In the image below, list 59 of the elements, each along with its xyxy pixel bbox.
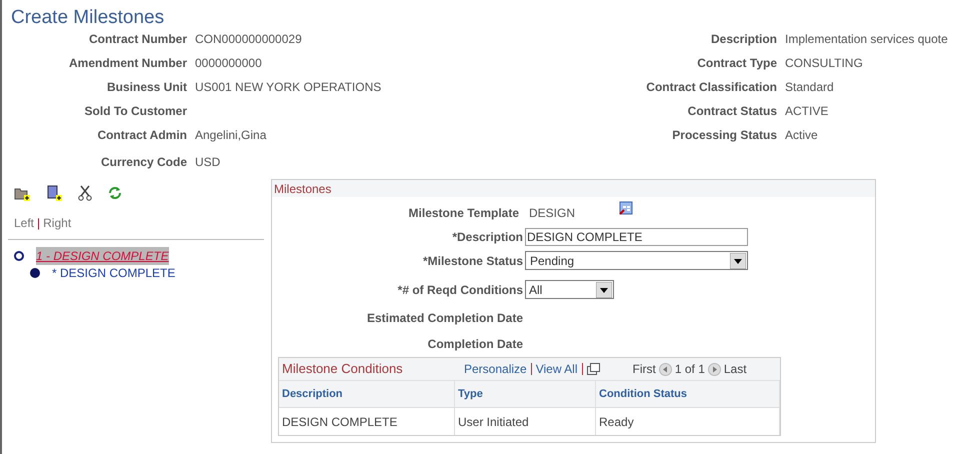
panel-title: Milestones — [272, 180, 875, 197]
page-title: Create Milestones — [10, 6, 166, 30]
scissors-icon[interactable] — [78, 185, 92, 201]
field-value: US001 NEW YORK OPERATIONS — [195, 79, 382, 96]
field-label: Completion Date — [426, 336, 524, 353]
field-label: Estimated Completion Date — [366, 310, 524, 327]
add-page-icon[interactable] — [46, 185, 62, 201]
calendar-window-icon[interactable] — [619, 200, 633, 214]
field-label: Contract Type — [696, 55, 778, 72]
last-label: Last — [724, 361, 747, 378]
left-view-link[interactable]: Left — [14, 214, 34, 232]
field-value: DESIGN — [528, 204, 576, 222]
field-label: Description — [710, 31, 778, 48]
personalize-link[interactable]: Personalize — [464, 360, 527, 378]
table-cell: DESIGN COMPLETE — [279, 407, 455, 435]
field-label: Currency Code — [100, 154, 188, 171]
tree-node-link[interactable]: * DESIGN COMPLETE — [52, 264, 176, 282]
field-label: *Milestone Status — [422, 252, 524, 270]
field-label: Contract Classification — [645, 79, 778, 96]
field-label: Contract Admin — [96, 127, 188, 144]
field-label: Amendment Number — [68, 55, 188, 72]
field-value: Implementation services quote — [785, 31, 948, 48]
status-dropdown[interactable]: Pending — [525, 251, 748, 270]
field-label: Contract Status — [686, 103, 778, 120]
field-label: *Description — [451, 228, 524, 246]
field-label: Contract Number — [88, 31, 188, 48]
description-field[interactable]: DESIGN COMPLETE — [525, 228, 748, 246]
view-all-link[interactable]: View All — [536, 360, 578, 378]
field-label: Business Unit — [106, 79, 188, 96]
field-value: USD — [195, 154, 220, 171]
field-value: ACTIVE — [785, 103, 828, 120]
field-label: Milestone Template — [408, 204, 520, 222]
dropdown-arrow-icon — [596, 282, 612, 298]
page-count: 1 of 1 — [674, 361, 705, 378]
bullet-icon — [30, 268, 40, 278]
refresh-icon[interactable] — [108, 186, 122, 200]
next-icon[interactable] — [708, 362, 721, 376]
field-label: *# of Reqd Conditions — [396, 282, 524, 298]
field-value: Angelini,Gina — [195, 127, 266, 144]
column-header: Condition Status — [596, 380, 780, 407]
field-label: Processing Status — [671, 127, 778, 144]
field-value: 0000000000 — [195, 55, 262, 72]
column-header: Description — [279, 380, 455, 407]
table-cell: Ready — [596, 407, 780, 435]
field-label: Sold To Customer — [84, 103, 188, 120]
table-cell: User Initiated — [455, 407, 596, 435]
first-label: First — [632, 361, 656, 378]
new-window-icon[interactable] — [586, 363, 600, 375]
field-value: CONSULTING — [785, 55, 863, 72]
link-separator: | — [37, 215, 40, 232]
conditions-dropdown[interactable]: All — [525, 280, 614, 299]
field-value: CON000000000029 — [195, 31, 302, 48]
previous-icon[interactable] — [658, 362, 672, 376]
grid-title: Milestone Conditions — [282, 360, 404, 378]
column-header: Type — [455, 380, 596, 407]
right-view-link[interactable]: Right — [43, 214, 72, 232]
dropdown-arrow-icon — [730, 252, 746, 268]
field-value: Active — [785, 127, 818, 144]
field-value: Standard — [785, 79, 834, 96]
